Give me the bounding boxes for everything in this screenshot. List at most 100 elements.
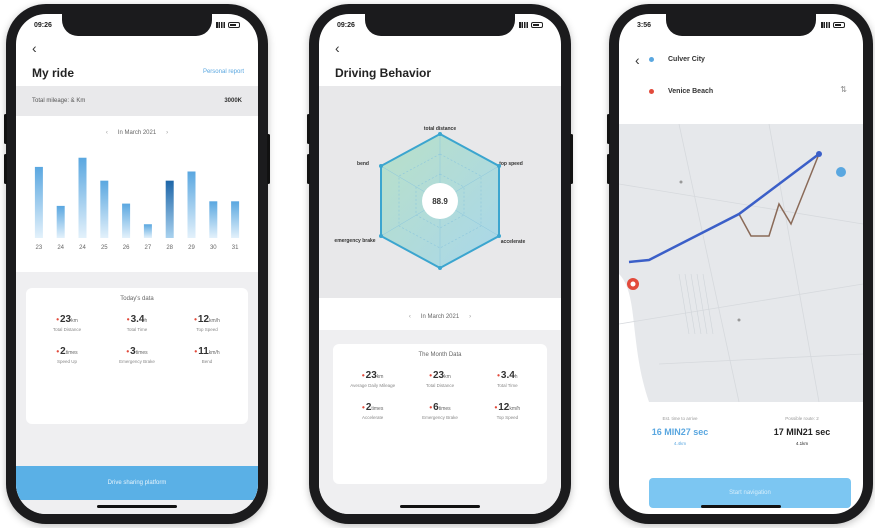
prev-month-icon[interactable]: ‹ [106,130,108,136]
stat-item: •3.4h Total Time [102,314,172,332]
stat-bullet-icon: • [56,347,60,357]
stat-label: Total Time [497,383,518,388]
month-label: In March 2021 [117,130,157,136]
route-info: Est. time to arrive 16 MIN27 sec 4.4km P… [619,402,863,472]
back-icon[interactable]: ‹ [32,40,37,56]
radar-chart: 88.9 total distance top speed accelerate… [334,126,525,270]
stat-label: Average Daily Mileage [350,383,396,388]
chart-tick-label: 25 [101,245,108,251]
chart-bar[interactable] [56,205,65,238]
chart-tick-label: 27 [145,245,152,251]
stat-value: 23 [60,314,72,325]
daily-bar-chart: 23 24 24 25 26 27 28 29 30 31 [34,157,240,251]
stat-value: 23 [433,370,445,381]
chart-bar[interactable] [165,180,174,238]
stat-bullet-icon: • [126,347,130,357]
stat-unit: times [438,406,451,413]
radar-label-emergency-brake: emergency brake [334,238,375,244]
month-data-card: The Month Data •23km Average Daily Mileag… [333,344,547,484]
chart-tick-label: 28 [166,245,173,251]
stat-bullet-icon: • [361,371,365,380]
screen: 09:26 ‹ My ride Personal report Total mi… [16,14,258,514]
map-canvas [619,124,863,402]
radar-label-bend: bend [357,161,369,167]
stat-bullet-icon: • [429,403,433,413]
mileage-label: Total mileage: & Km [32,98,86,104]
status-bar: 09:26 [319,18,561,32]
radar-label-top-speed: top speed [499,161,523,167]
card-title: Today's data [120,296,154,302]
month-label: In March 2021 [420,314,460,320]
chart-bar[interactable] [78,157,87,238]
home-indicator [97,505,177,508]
screen: 3:56 ‹ Culver City Venice Beach ⇅ Est. t… [619,14,863,514]
stat-bullet-icon: • [56,315,59,324]
start-navigation-button[interactable]: Start navigation [649,478,851,508]
destination-dot-icon [649,89,654,94]
month-selector: ‹ In March 2021 › [16,130,258,136]
back-icon[interactable]: ‹ [635,52,640,68]
right-time: 17 MIN21 sec [773,427,831,437]
chart-tick-label: 24 [79,245,86,251]
right-caption: Possible route: 2 [785,416,819,421]
chart-bar[interactable] [100,180,109,238]
origin-field[interactable]: Culver City [649,56,853,63]
status-time: 3:56 [637,21,652,29]
stat-bullet-icon: • [362,403,365,413]
chart-bar[interactable] [143,224,152,238]
chart-tick-label: 24 [57,245,64,251]
stat-bullet-icon: • [194,315,197,324]
stat-value: 23 [365,370,377,381]
stat-label: Top Speed [496,415,519,421]
chart-bar[interactable] [122,203,131,238]
stat-label: Emergency Brake [119,359,155,365]
route-inputs: Culver City Venice Beach ⇅ [649,38,853,118]
stat-bullet-icon: • [429,371,432,380]
chart-bar[interactable] [187,171,196,238]
score-value: 88.9 [432,197,448,206]
phone-driving-behavior: 09:26 ‹ Driving Behavior 88.9 total dist… [307,4,573,524]
stat-label: Total Distance [52,327,82,332]
status-bar: 3:56 [619,18,863,32]
stat-value: 12 [197,314,210,325]
signal-icon [519,22,528,28]
stat-label: Speed Up [56,359,77,365]
route-option-2[interactable]: Possible route: 2 17 MIN21 sec 4.1km [741,402,863,472]
stat-item: •12km/h Top Speed [474,402,541,420]
chart-bar[interactable] [209,201,218,238]
stats-grid: •23km Average Daily Mileage •23km Total Dis… [333,358,547,421]
destination-field[interactable]: Venice Beach [649,88,853,95]
chart-bar[interactable] [231,201,240,238]
phone-my-ride: 09:26 ‹ My ride Personal report Total mi… [4,4,270,524]
stat-label: Accelerate [362,415,384,421]
month-selector: ‹ In March 2021 › [319,314,561,320]
route-option-1[interactable]: Est. time to arrive 16 MIN27 sec 4.4km [619,402,741,472]
stat-unit: km/h [209,318,220,324]
chart-tick-label: 30 [210,245,217,251]
stat-unit: km/h [208,350,220,357]
stat-unit: times [371,406,384,413]
stats-grid: •23km Total Distance •3.4h Total Time •12km/… [26,302,248,365]
stat-item: •23km Total Distance [406,370,473,388]
stat-label: Total Time [126,327,148,332]
origin-dot-icon [649,57,654,62]
prev-month-icon[interactable]: ‹ [409,314,411,320]
next-month-icon[interactable]: › [469,314,471,320]
next-month-icon[interactable]: › [166,130,168,136]
map-view[interactable] [619,124,863,402]
left-time: 16 MIN27 sec [651,427,709,437]
page-title: Driving Behavior [335,66,432,80]
origin-text: Culver City [668,56,705,63]
stat-unit: km [71,318,78,324]
stat-label: Emergency Brake [422,415,458,421]
back-icon[interactable]: ‹ [335,40,340,56]
stat-unit: km [376,374,384,380]
personal-report-link[interactable]: Personal report [203,69,244,75]
phone-navigation: 3:56 ‹ Culver City Venice Beach ⇅ Est. t… [607,4,873,524]
swap-icon[interactable]: ⇅ [840,85,847,94]
chart-bar[interactable] [34,166,43,238]
stat-item: •6times Emergency Brake [406,402,473,420]
stat-item: •2times Speed Up [32,346,102,364]
battery-icon [531,22,543,28]
drive-sharing-button[interactable]: Drive sharing platform [16,466,258,500]
